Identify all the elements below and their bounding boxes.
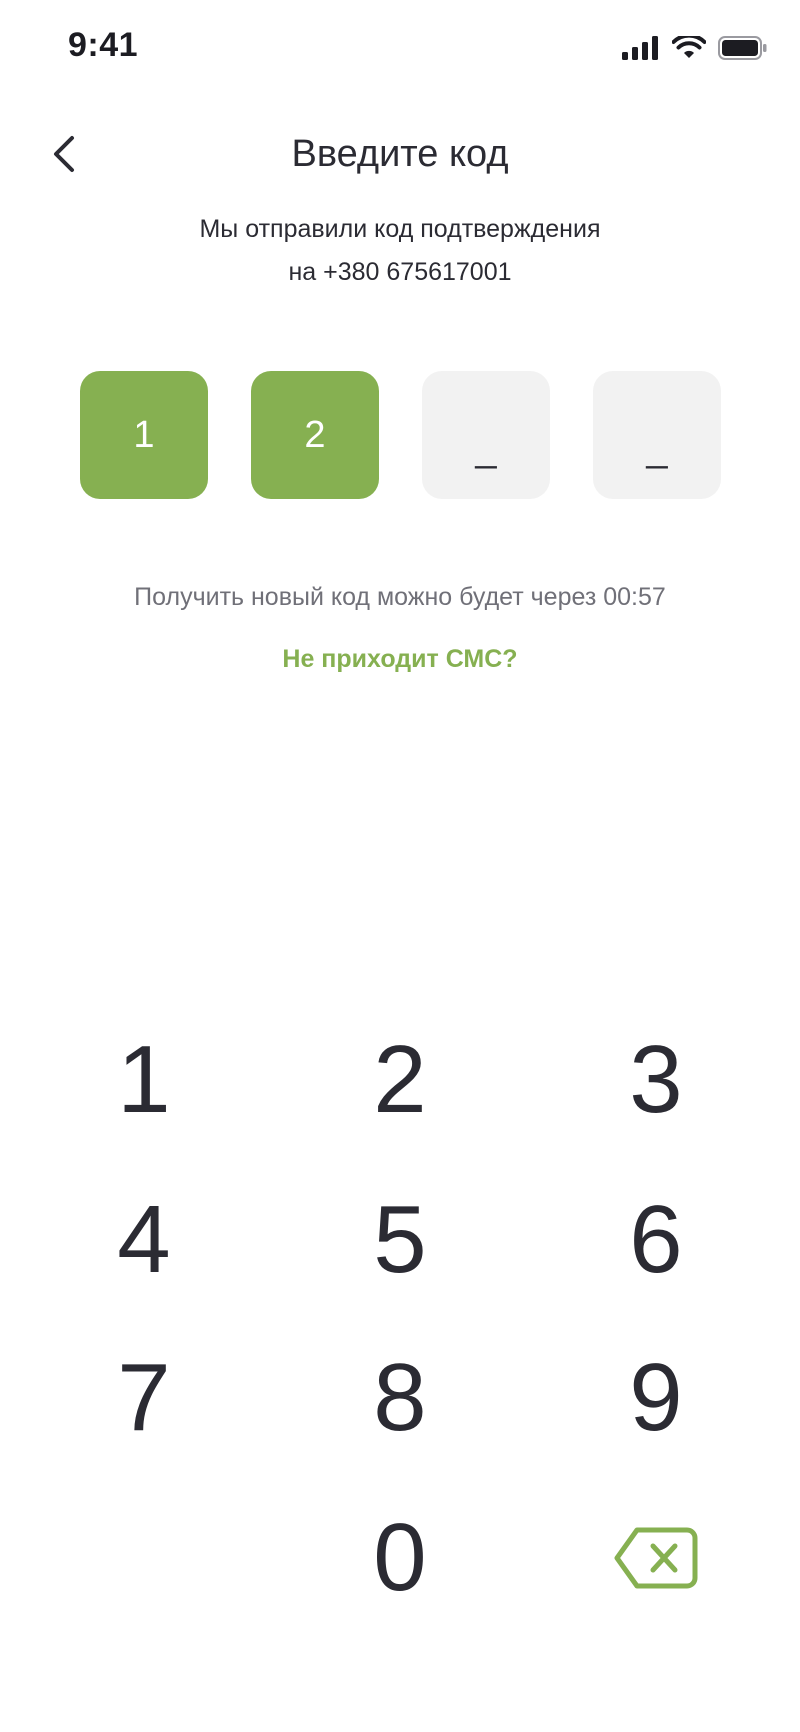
status-icons — [622, 33, 768, 65]
key-3[interactable]: 3 — [556, 1010, 756, 1150]
code-placeholder-3: _ — [475, 427, 497, 470]
subtitle-line-2: на +380 675617001 — [288, 258, 512, 286]
code-digit-2: 2 — [304, 413, 326, 456]
battery-icon — [718, 36, 768, 65]
code-digit-1: 1 — [133, 413, 155, 456]
key-7[interactable]: 7 — [44, 1328, 244, 1468]
subtitle-line-1: Мы отправили код подтверждения — [199, 215, 601, 243]
no-sms-link[interactable]: Не приходит СМС? — [0, 645, 800, 674]
key-4[interactable]: 4 — [44, 1170, 244, 1310]
key-1[interactable]: 1 — [44, 1010, 244, 1150]
key-2[interactable]: 2 — [300, 1010, 500, 1150]
code-box-1[interactable]: 1 — [80, 371, 208, 499]
code-placeholder-4: _ — [646, 427, 668, 470]
code-box-2[interactable]: 2 — [251, 371, 379, 499]
page-title: Введите код — [291, 133, 509, 175]
numeric-keypad: 1 2 3 4 5 6 7 8 9 0 — [0, 1010, 800, 1650]
code-box-3[interactable]: _ — [422, 371, 550, 499]
resend-timer-text: Получить новый код можно будет через 00:… — [134, 583, 666, 611]
backspace-icon — [613, 1503, 699, 1613]
key-9[interactable]: 9 — [556, 1328, 756, 1468]
status-bar: 9:41 — [0, 0, 800, 100]
code-box-4[interactable]: _ — [593, 371, 721, 499]
status-time: 9:41 — [68, 26, 139, 64]
wifi-icon — [671, 33, 707, 65]
signal-icon — [622, 36, 660, 65]
key-6[interactable]: 6 — [556, 1170, 756, 1310]
code-input-row[interactable]: 1 2 _ _ — [80, 371, 722, 499]
subtitle: Мы отправили код подтверждения на +380 6… — [0, 208, 800, 294]
backspace-button[interactable] — [556, 1488, 756, 1628]
key-8[interactable]: 8 — [300, 1328, 500, 1468]
key-0[interactable]: 0 — [300, 1488, 500, 1628]
key-5[interactable]: 5 — [300, 1170, 500, 1310]
